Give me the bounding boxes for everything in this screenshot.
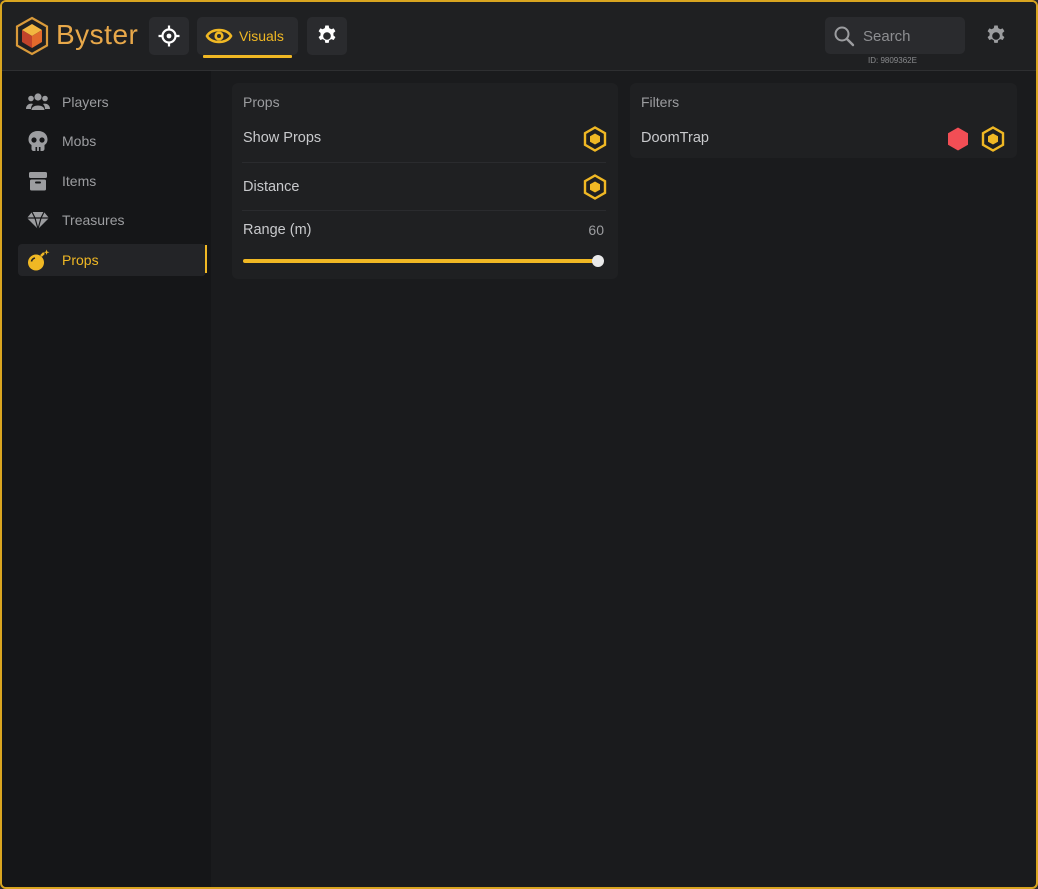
doomtrap-color-swatch[interactable] [945,126,971,152]
search-box[interactable] [825,17,965,54]
props-panel: Props Show Props Distance Range (m) 60 [232,83,618,279]
app-brand: Byster [56,19,139,50]
skull-icon [28,131,48,151]
show-props-label: Show Props [243,130,322,146]
divider [242,210,606,211]
users-icon [26,93,50,110]
search-icon [834,26,855,47]
top-bar: Byster Visuals Search ID: 9809362E [2,2,1036,71]
crosshair-icon [158,25,180,47]
sidebar-item-label: Items [62,173,97,189]
panel-title: Filters [641,94,680,110]
sidebar-item-label: Treasures [62,212,125,228]
active-tab-indicator [203,55,292,58]
sidebar-item-players[interactable]: Players [18,86,206,118]
panel-title: Props [243,94,280,110]
range-slider-thumb[interactable] [592,255,604,267]
logo-icon [15,16,49,56]
client-id: ID: 9809362E [868,56,917,65]
range-value: 60 [588,222,604,238]
gear-icon[interactable] [984,24,1008,48]
sidebar: Players Mobs Items Treasures Props [2,71,211,887]
tab-visuals[interactable]: Visuals [197,17,298,58]
active-item-indicator [205,245,207,273]
sidebar-item-props[interactable]: Props [18,244,207,276]
sidebar-item-label: Props [62,252,99,268]
sidebar-item-label: Players [62,94,109,110]
sidebar-item-treasures[interactable]: Treasures [18,204,206,236]
tab-aim[interactable] [149,17,189,55]
distance-toggle[interactable] [582,174,608,200]
bomb-icon [28,249,50,271]
gem-icon [27,211,49,231]
sidebar-item-items[interactable]: Items [18,165,206,197]
sidebar-item-mobs[interactable]: Mobs [18,125,206,157]
range-slider-track[interactable] [243,259,599,263]
divider [242,162,606,163]
show-props-toggle[interactable] [582,126,608,152]
gear-icon [318,25,336,43]
distance-label: Distance [243,179,300,195]
box-icon [29,172,47,191]
range-label: Range (m) [243,222,312,238]
filter-doomtrap-label: DoomTrap [641,130,709,146]
app-window: Byster Visuals Search ID: 9809362E Playe… [0,0,1038,889]
sidebar-item-label: Mobs [62,133,97,149]
tab-visuals-label: Visuals [239,28,284,44]
eye-icon [205,28,233,44]
doomtrap-toggle[interactable] [980,126,1006,152]
tab-settings[interactable] [307,17,347,55]
search-input[interactable] [863,26,959,46]
filters-panel: Filters DoomTrap [630,83,1017,158]
